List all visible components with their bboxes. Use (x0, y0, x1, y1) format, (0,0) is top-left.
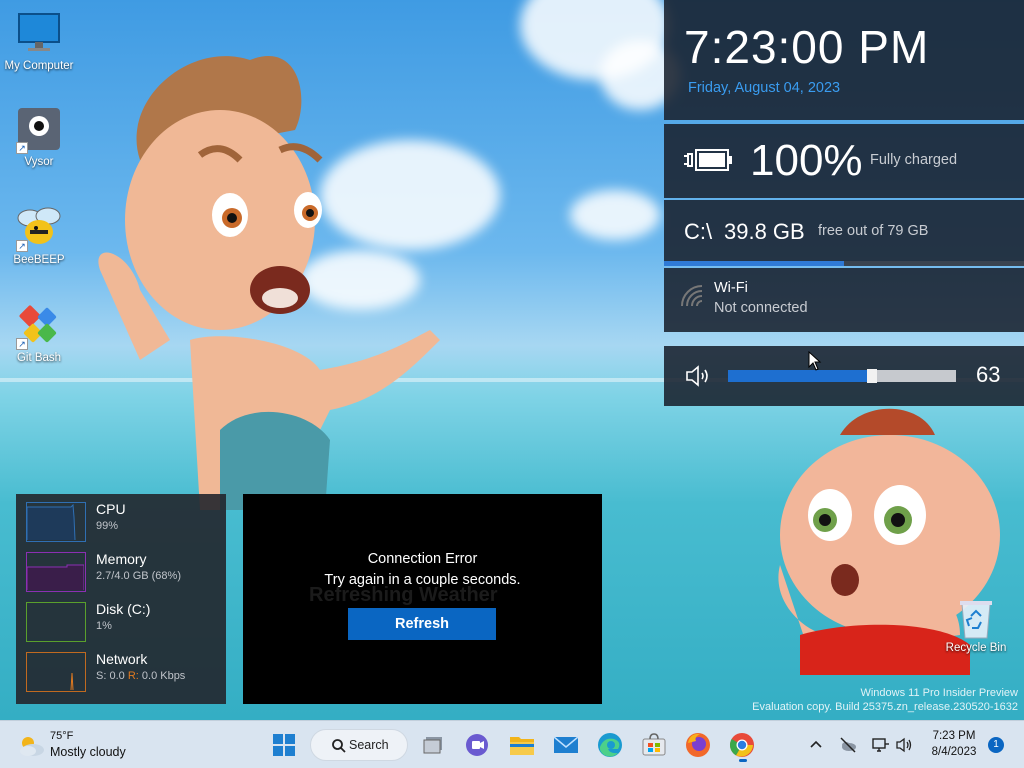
chevron-up-icon[interactable] (806, 735, 826, 755)
sysmon-value: S: 0.0 R: 0.0 Kbps (96, 670, 186, 682)
desktop-icon-beebeep[interactable]: ↗ BeeBEEP (0, 204, 78, 266)
battery-status: Fully charged (870, 152, 958, 168)
store-icon[interactable] (638, 729, 670, 761)
battery-widget: 100% Fully charged (664, 124, 1024, 198)
disk-free-space: 39.8 GB (724, 219, 805, 244)
edge-icon[interactable] (594, 729, 626, 761)
mail-icon[interactable] (550, 729, 582, 761)
wifi-widget[interactable]: Wi-Fi Not connected (664, 268, 1024, 332)
desktop-icon-my-computer[interactable]: My Computer (0, 10, 78, 72)
wifi-title: Wi-Fi (714, 280, 748, 296)
disk-widget: C:\ 39.8 GB free out of 79 GB (664, 200, 1024, 266)
teams-icon[interactable] (461, 729, 493, 761)
taskbar: 75°F Mostly cloudy Search 7:23 PM 8/4/20… (0, 720, 1024, 768)
disk-detail: free out of 79 GB (818, 223, 929, 239)
sysmon-value: 99% (96, 520, 119, 532)
sysmon-value: 1% (96, 620, 112, 632)
desktop-icon-vysor[interactable]: ↗ Vysor (0, 106, 78, 168)
bee-icon: ↗ (16, 204, 62, 252)
taskbar-clock-time[interactable]: 7:23 PM (924, 730, 984, 742)
battery-charging-icon (684, 149, 732, 171)
sysmon-row-network: Network S: 0.0 R: 0.0 Kbps (24, 650, 224, 694)
sysmon-value: 2.7/4.0 GB (68%) (96, 570, 181, 582)
desktop-icon-git-bash[interactable]: ↗ Git Bash (0, 302, 78, 364)
sysmon-row-disk: Disk (C:) 1% (24, 600, 224, 644)
disk-graph (26, 602, 86, 642)
desktop-icon-label: Git Bash (16, 352, 62, 364)
start-icon[interactable] (268, 729, 300, 761)
desktop-icon-label: My Computer (4, 60, 74, 72)
onedrive-offline-icon[interactable] (838, 735, 858, 755)
taskbar-weather[interactable]: 75°F Mostly cloudy (16, 730, 146, 762)
system-monitor-widget: CPU 99% Memory 2.7/4.0 GB (68%) Disk (C:… (16, 494, 226, 704)
taskbar-weather-condition: Mostly cloudy (50, 745, 126, 759)
chrome-icon[interactable] (726, 729, 758, 761)
recycle-bin-label: Recycle Bin (945, 642, 1007, 654)
running-indicator (739, 759, 747, 762)
search-label: Search (349, 738, 389, 752)
desktop-icon-label: BeeBEEP (13, 254, 65, 266)
sysmon-label: Network (96, 651, 148, 667)
disk-usage-bar (664, 261, 1024, 266)
battery-percent: 100% (750, 136, 863, 185)
volume-icon[interactable] (894, 735, 914, 755)
windows-watermark: Windows 11 Pro Insider Preview Evaluatio… (752, 687, 1018, 713)
disk-drive-label: C:\ (684, 219, 713, 244)
sysmon-row-cpu: CPU 99% (24, 500, 224, 544)
volume-slider[interactable] (728, 369, 956, 383)
taskbar-clock-date[interactable]: 8/4/2023 (924, 746, 984, 758)
volume-widget: 63 (664, 346, 1024, 406)
desktop-icon-label: Vysor (24, 156, 54, 168)
weather-error-message: Try again in a couple seconds. (324, 572, 521, 588)
disk-usage-fill (664, 261, 844, 266)
clock-time: 7:23:00 PM (684, 21, 930, 73)
wifi-icon (681, 285, 703, 307)
shortcut-arrow-icon: ↗ (16, 142, 28, 154)
clock-widget: 7:23:00 PM Friday, August 04, 2023 (664, 0, 1024, 120)
network-icon[interactable] (870, 735, 890, 755)
taskbar-temperature: 75°F (50, 730, 74, 742)
volume-slider-thumb[interactable] (866, 369, 877, 383)
computer-icon (16, 10, 62, 56)
firefox-icon[interactable] (682, 729, 714, 761)
network-graph (26, 652, 86, 692)
shortcut-arrow-icon: ↗ (16, 338, 28, 350)
sysmon-row-memory: Memory 2.7/4.0 GB (68%) (24, 550, 224, 594)
volume-value: 63 (976, 362, 1001, 387)
desktop-icon-recycle-bin[interactable]: Recycle Bin (940, 596, 1012, 654)
taskbar-search[interactable]: Search (310, 729, 408, 761)
volume-slider-fill (728, 370, 872, 382)
git-bash-icon: ↗ (16, 302, 62, 350)
wifi-status: Not connected (714, 300, 808, 316)
mouse-cursor-icon (808, 351, 822, 371)
sysmon-label: Memory (96, 551, 147, 567)
notification-badge[interactable]: 1 (988, 737, 1004, 753)
file-explorer-icon[interactable] (506, 729, 538, 761)
vysor-icon: ↗ (16, 106, 62, 154)
speaker-icon[interactable] (684, 364, 712, 388)
recycle-bin-icon (956, 596, 996, 640)
search-icon (332, 739, 346, 753)
cloudy-weather-icon (20, 737, 44, 756)
memory-graph (26, 552, 86, 592)
sysmon-label: Disk (C:) (96, 601, 151, 617)
sysmon-label: CPU (96, 501, 126, 517)
refresh-button[interactable]: Refresh (348, 608, 496, 640)
shortcut-arrow-icon: ↗ (16, 240, 28, 252)
weather-widget: Refreshing Weather Connection Error Try … (243, 494, 602, 704)
cpu-graph (26, 502, 86, 542)
cartoon-boy-illustration (98, 56, 440, 510)
clock-date: Friday, August 04, 2023 (688, 80, 841, 96)
task-view-icon[interactable] (418, 729, 450, 761)
weather-error-title: Connection Error (367, 551, 478, 567)
